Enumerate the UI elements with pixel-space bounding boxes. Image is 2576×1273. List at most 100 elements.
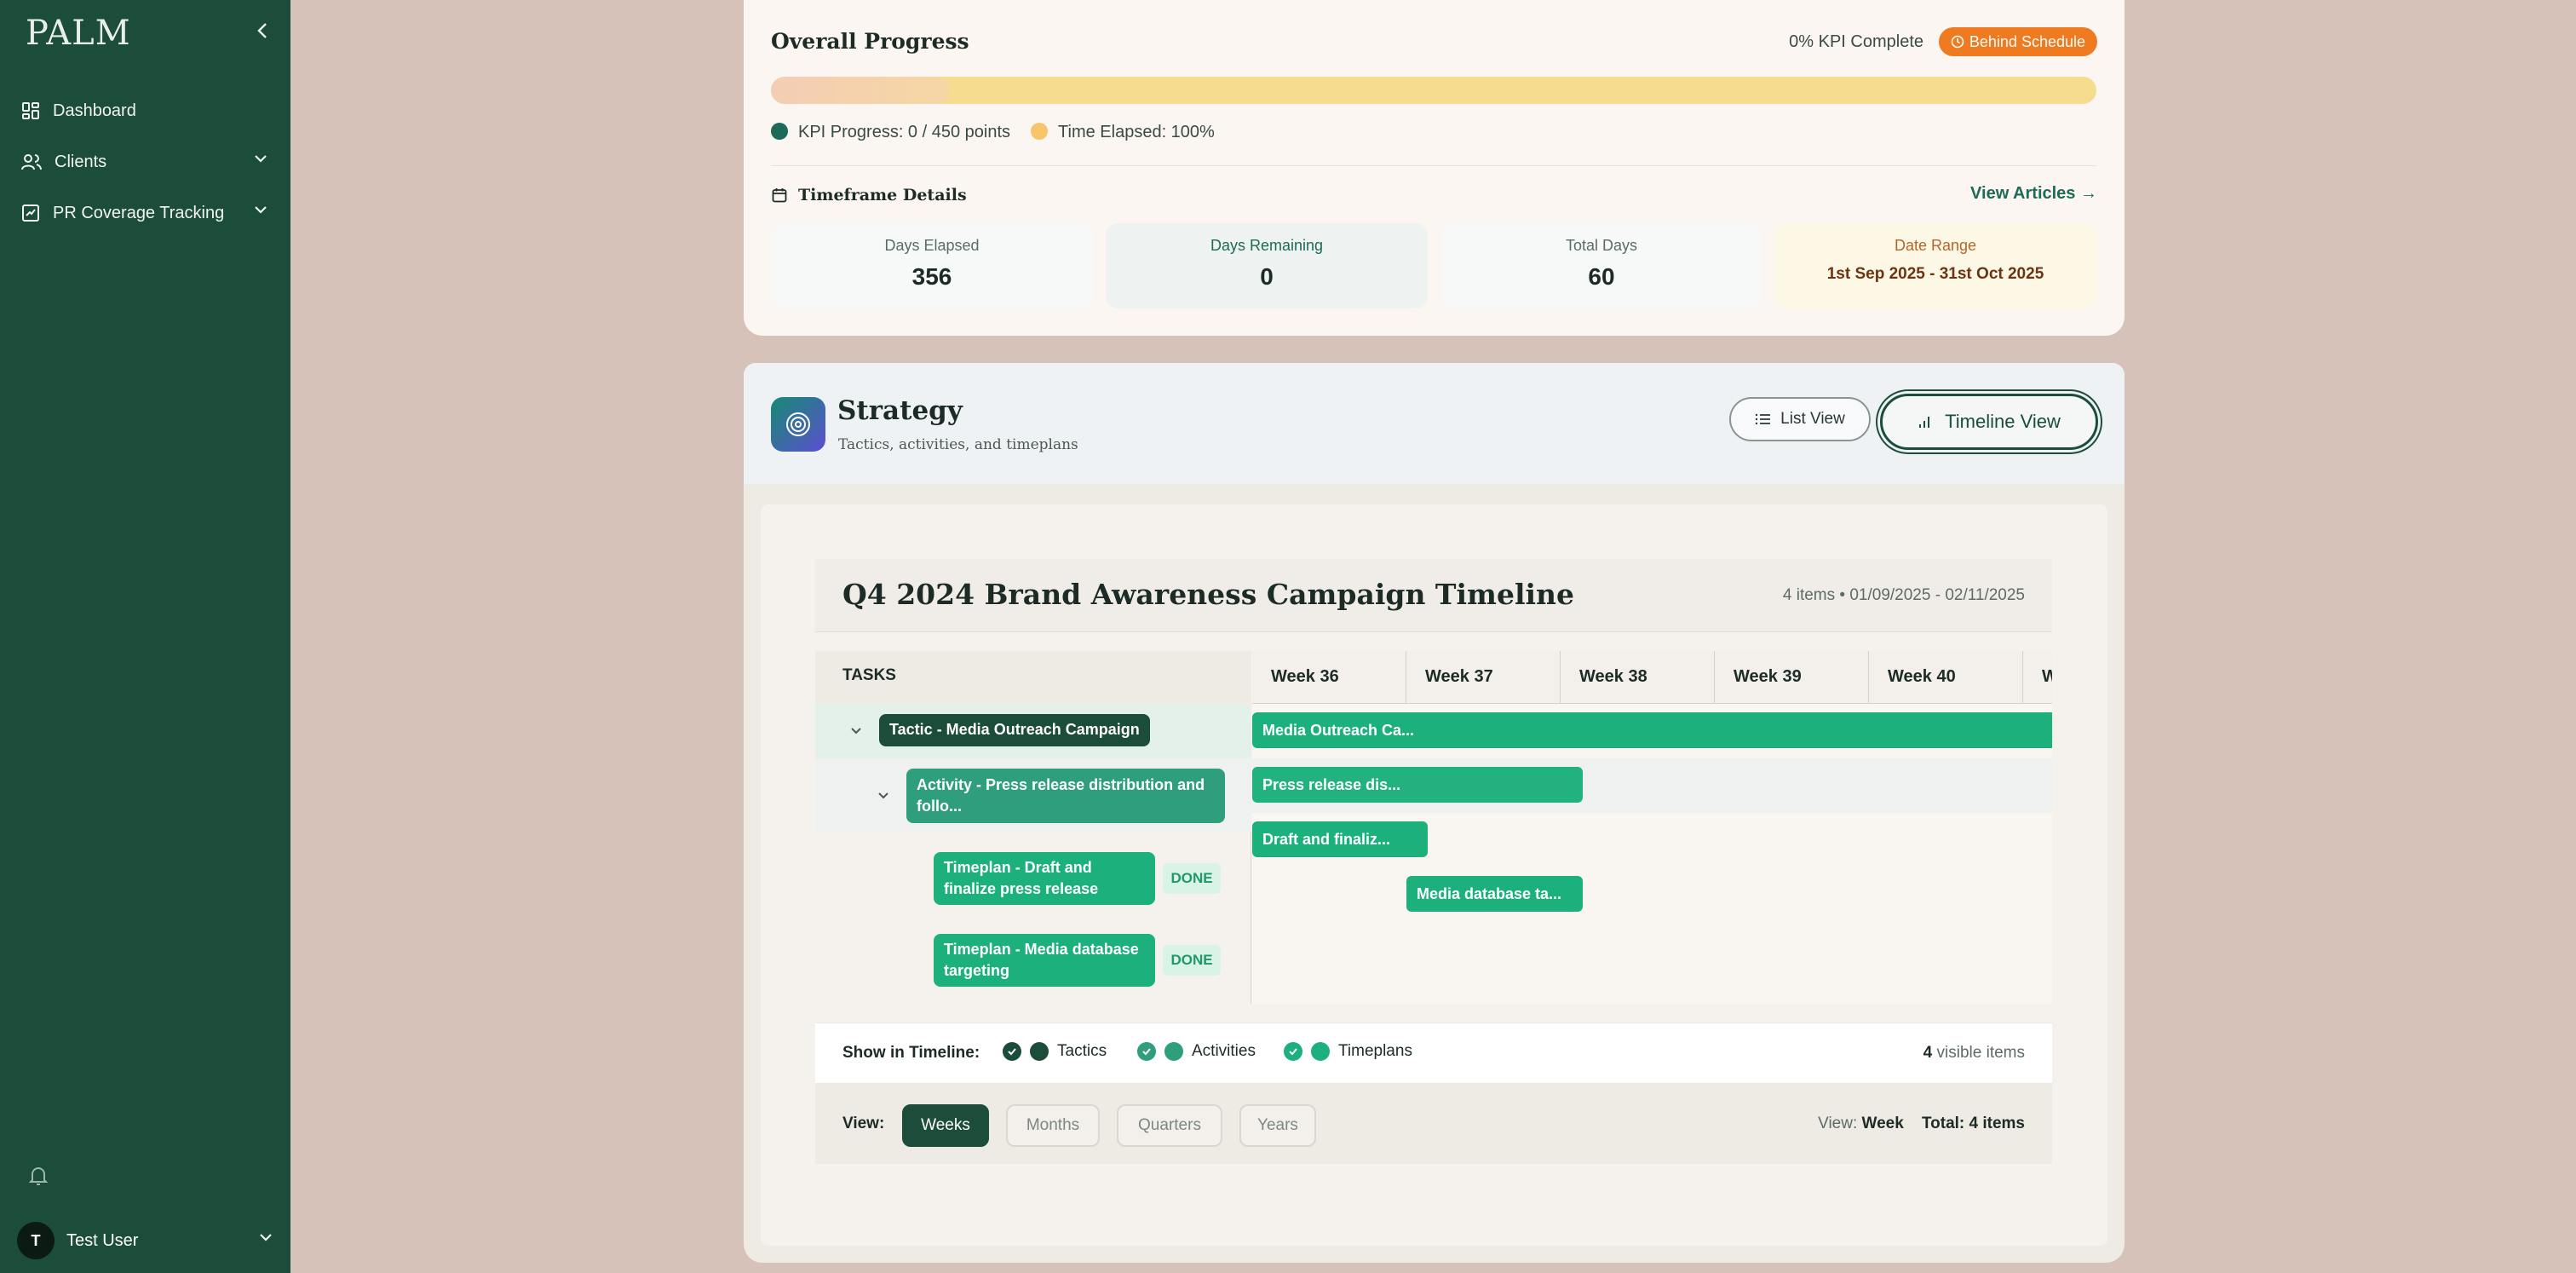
- task-tactic[interactable]: Tactic - Media Outreach Campaign: [879, 714, 1150, 746]
- week-header: Week 39: [1715, 651, 1869, 704]
- users-icon: [21, 154, 42, 170]
- timeline-view-label: Timeline View: [1945, 411, 2061, 432]
- legend-kpi: KPI Progress: 0 / 450 points: [771, 123, 1010, 142]
- tasks-column: TASKS Tactic - Media Outreach Campaign A…: [815, 651, 1251, 1004]
- bell-icon: [28, 1167, 49, 1185]
- view-quarters-button[interactable]: Quarters: [1117, 1104, 1222, 1147]
- view-summary-value: Week: [1861, 1115, 1904, 1132]
- view-summary: View: Week Total: 4 items: [1818, 1115, 2025, 1133]
- list-view-button[interactable]: List View: [1729, 397, 1871, 441]
- chevron-down-icon: [255, 155, 267, 163]
- stat-label: Total Days: [1565, 237, 1638, 254]
- timeframe-title: Timeframe Details: [771, 186, 967, 204]
- list-icon: [1755, 413, 1771, 425]
- week-header: Week 38: [1561, 651, 1715, 704]
- timeplan-swatch-icon: [1311, 1042, 1330, 1061]
- strategy-card: Strategy Tactics, activities, and timepl…: [744, 363, 2125, 1263]
- filter-timeplans[interactable]: Timeplans: [1284, 1042, 1412, 1061]
- list-view-label: List View: [1780, 410, 1845, 428]
- weeks-column: Week 36 Week 37 Week 38 Week 39 Week 40 …: [1252, 651, 2052, 1004]
- visible-items-count: 4 visible items: [1923, 1044, 2025, 1063]
- view-months-button[interactable]: Months: [1006, 1104, 1100, 1147]
- nav-clients-label: Clients: [55, 152, 107, 171]
- nav-pr-coverage[interactable]: PR Coverage Tracking: [20, 191, 267, 235]
- chevron-down-icon[interactable]: [877, 791, 890, 801]
- stat-value: 0: [1260, 263, 1274, 290]
- strategy-title: Strategy: [837, 395, 963, 426]
- timeline-panel: Q4 2024 Brand Awareness Campaign Timelin…: [761, 504, 2107, 1246]
- stat-label: Days Elapsed: [884, 237, 980, 254]
- nav-dashboard[interactable]: Dashboard: [20, 89, 267, 133]
- gantt-bar-timeplan[interactable]: Draft and finaliz...: [1252, 821, 1428, 857]
- gantt-bar-activity[interactable]: Press release dis...: [1252, 767, 1583, 803]
- clock-icon: [1951, 35, 1964, 49]
- view-switcher: View: Weeks Months Quarters Years View: …: [815, 1084, 2052, 1164]
- calendar-icon: [772, 188, 787, 203]
- filter-timeplans-label: Timeplans: [1338, 1042, 1412, 1060]
- stat-total-days: Total Days 60: [1440, 223, 1762, 308]
- stat-days-remaining: Days Remaining 0: [1106, 223, 1428, 308]
- chevron-down-icon[interactable]: [849, 726, 863, 736]
- gantt-bar-tactic[interactable]: Media Outreach Ca...: [1252, 712, 2052, 748]
- timeline-view-button[interactable]: Timeline View: [1880, 394, 2098, 450]
- check-icon: [1284, 1042, 1302, 1061]
- filter-tactics[interactable]: Tactics: [1003, 1042, 1107, 1061]
- user-menu[interactable]: T Test User: [17, 1220, 273, 1261]
- legend-time: Time Elapsed: 100%: [1031, 123, 1215, 142]
- view-label: View:: [842, 1115, 885, 1132]
- chevron-down-icon: [255, 206, 267, 214]
- view-summary-label: View:: [1818, 1115, 1858, 1132]
- target-icon: [771, 397, 825, 452]
- collapse-sidebar-button[interactable]: [252, 19, 273, 43]
- gantt-grid: TASKS Tactic - Media Outreach Campaign A…: [815, 651, 2052, 1004]
- overall-progress-card: Overall Progress 0% KPI Complete Behind …: [744, 0, 2125, 336]
- time-dot-icon: [1031, 123, 1049, 140]
- timeline-filters: Show in Timeline: Tactics Activities Tim…: [815, 1022, 2052, 1084]
- view-years-button[interactable]: Years: [1239, 1104, 1316, 1147]
- tasks-header: TASKS: [815, 651, 1251, 704]
- strategy-subtitle: Tactics, activities, and timeplans: [838, 436, 1078, 453]
- status-badge: DONE: [1163, 863, 1221, 894]
- task-timeplan[interactable]: Timeplan - Media database targeting: [934, 934, 1155, 987]
- task-timeplan[interactable]: Timeplan - Draft and finalize press rele…: [934, 852, 1155, 905]
- stat-value: 356: [911, 263, 952, 290]
- user-name: Test User: [66, 1230, 139, 1250]
- task-activity[interactable]: Activity - Press release distribution an…: [906, 769, 1225, 823]
- visible-count-number: 4: [1923, 1044, 1933, 1062]
- stat-days-elapsed: Days Elapsed 356: [771, 223, 1093, 308]
- nav-pr-coverage-label: PR Coverage Tracking: [53, 203, 225, 222]
- filter-activities-label: Activities: [1192, 1042, 1256, 1060]
- stat-label: Date Range: [1894, 237, 1977, 254]
- activity-swatch-icon: [1164, 1042, 1183, 1061]
- check-icon: [1003, 1042, 1021, 1061]
- timeline-title: Q4 2024 Brand Awareness Campaign Timelin…: [842, 578, 1574, 611]
- divider: [771, 165, 2096, 166]
- stat-label: Days Remaining: [1210, 237, 1324, 254]
- timeline-header: Q4 2024 Brand Awareness Campaign Timelin…: [815, 559, 2052, 632]
- legend-time-label: Time Elapsed: 100%: [1058, 123, 1215, 141]
- gantt-bar-timeplan[interactable]: Media database ta...: [1406, 876, 1583, 912]
- notifications-button[interactable]: [28, 1166, 49, 1190]
- stat-value: 1st Sep 2025 - 31st Oct 2025: [1826, 265, 2044, 283]
- view-articles-link[interactable]: View Articles →: [1970, 184, 2097, 204]
- progress-bar: [771, 77, 2096, 104]
- kpi-dot-icon: [771, 123, 788, 140]
- coverage-icon: [22, 204, 39, 222]
- nav-clients[interactable]: Clients: [20, 140, 267, 184]
- kpi-complete-text: 0% KPI Complete: [1789, 32, 1923, 51]
- view-weeks-button[interactable]: Weeks: [902, 1104, 989, 1147]
- stat-date-range: Date Range 1st Sep 2025 - 31st Oct 2025: [1774, 223, 2096, 308]
- chevron-down-icon: [260, 1234, 272, 1241]
- total-items: Total: 4 items: [1921, 1115, 2025, 1132]
- chevron-left-icon: [257, 23, 267, 38]
- filter-label: Show in Timeline:: [842, 1044, 980, 1062]
- progress-legend: KPI Progress: 0 / 450 points Time Elapse…: [771, 123, 1215, 142]
- filter-tactics-label: Tactics: [1057, 1042, 1107, 1060]
- filter-activities[interactable]: Activities: [1137, 1042, 1256, 1061]
- nav-dashboard-label: Dashboard: [53, 101, 136, 120]
- progress-bar-fill: [771, 77, 951, 104]
- visible-count-suffix: visible items: [1936, 1044, 2025, 1062]
- week-header: Week 37: [1406, 651, 1561, 704]
- legend-kpi-label: KPI Progress: 0 / 450 points: [798, 123, 1011, 141]
- week-header: Week 36: [1252, 651, 1406, 704]
